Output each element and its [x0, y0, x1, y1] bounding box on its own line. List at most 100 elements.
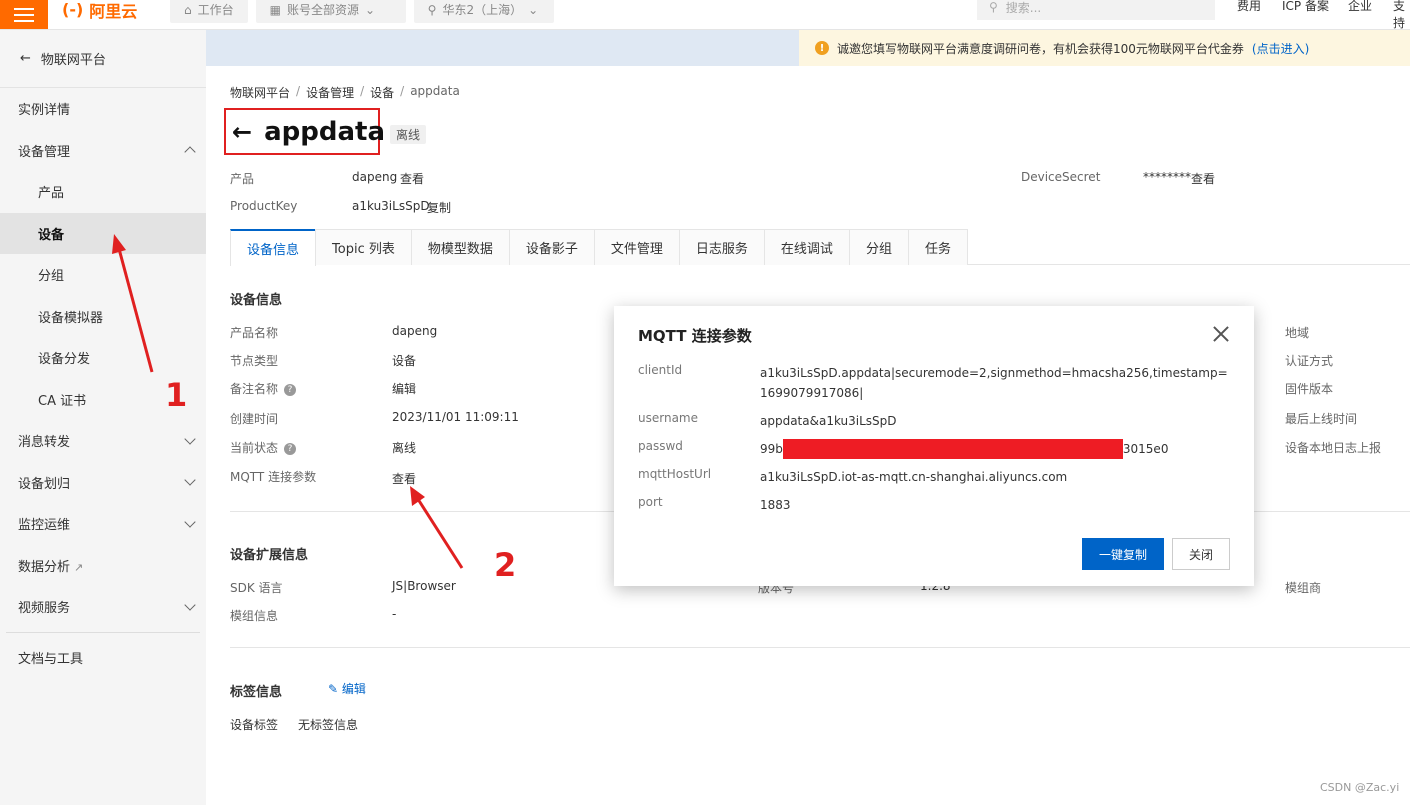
sidebar-item-device-management[interactable]: 设备管理 — [0, 130, 206, 172]
banner-text: 诚邀您填写物联网平台满意度调研问卷，有机会获得100元物联网平台代金券 — [837, 41, 1244, 56]
top-link-billing[interactable]: 费用 — [1237, 0, 1261, 14]
tab-topic-list[interactable]: Topic 列表 — [315, 229, 412, 265]
product-view-link[interactable]: 查看 — [400, 170, 424, 187]
top-link-icp[interactable]: ICP 备案 — [1282, 0, 1329, 14]
help-icon[interactable]: ? — [284, 442, 297, 455]
resource-selector[interactable]: ▦ 账号全部资源 ⌄ — [255, 0, 406, 23]
region-selector[interactable]: ⚲ 华东2（上海） ⌄ — [413, 0, 554, 23]
sidebar-item-label: 设备 — [38, 227, 65, 243]
tag-edit-button[interactable]: ✎ 编辑 — [328, 680, 366, 697]
productkey-label: ProductKey — [230, 199, 298, 213]
productkey-copy-link[interactable]: 复制 — [427, 199, 451, 216]
tab-task[interactable]: 任务 — [907, 229, 968, 265]
chevron-down-icon — [184, 599, 196, 611]
info-label-last-online: 最后上线时间 — [1285, 412, 1358, 426]
sidebar-item-label: 实例详情 — [18, 103, 71, 119]
mqtt-value: 99b 3015e0 — [760, 439, 1230, 459]
sidebar-item-device-simulator[interactable]: 设备模拟器 — [0, 296, 206, 338]
info-label-region: 地域 — [1285, 326, 1310, 340]
sidebar-item-label: 设备管理 — [18, 144, 71, 160]
sidebar-item-device-distribution[interactable]: 设备分发 — [0, 337, 206, 379]
banner-left-area — [206, 30, 799, 66]
breadcrumb-item-iot[interactable]: 物联网平台 — [230, 84, 290, 101]
info-value: 2023/11/01 11:09:11 — [392, 410, 519, 424]
mqtt-value: a1ku3iLsSpD.iot-as-mqtt.cn-shanghai.aliy… — [760, 470, 1068, 484]
mqtt-row-clientid: clientId a1ku3iLsSpD.appdata|securemode=… — [638, 363, 1230, 403]
info-label: 设备标签 — [230, 718, 279, 732]
info-value: 设备 — [392, 354, 417, 368]
mqtt-value: 1883 — [760, 498, 791, 512]
sidebar-item-label: 设备分发 — [38, 352, 91, 368]
tab-device-info[interactable]: 设备信息 — [230, 229, 317, 266]
sidebar-item-video-service[interactable]: 视频服务 — [0, 586, 206, 628]
global-search-input[interactable]: ⚲ 搜索... — [977, 0, 1215, 20]
tab-group[interactable]: 分组 — [848, 229, 909, 265]
close-button[interactable]: 关闭 — [1172, 538, 1230, 570]
banner-link[interactable]: (点击进入) — [1252, 40, 1309, 57]
tab-log-service[interactable]: 日志服务 — [678, 229, 765, 265]
mqtt-key: port — [638, 495, 663, 509]
hamburger-menu-button[interactable] — [0, 0, 48, 29]
resource-icon: ▦ — [269, 2, 281, 17]
sidebar: ← 物联网平台 实例详情 设备管理 产品 设备 分组 设备模拟器 设备分发 CA… — [0, 30, 206, 805]
top-link-support[interactable]: 支持 — [1393, 0, 1410, 29]
info-label-text: 当前状态 — [230, 441, 279, 455]
sidebar-item-label: 设备模拟器 — [38, 310, 104, 326]
info-label-vendor: 模组商 — [1285, 581, 1322, 595]
workbench-label: 工作台 — [197, 3, 234, 17]
tab-thing-model-data[interactable]: 物模型数据 — [410, 229, 510, 265]
sidebar-item-instance-detail[interactable]: 实例详情 — [0, 88, 206, 130]
workbench-button[interactable]: ⌂ 工作台 — [170, 0, 248, 23]
remark-edit-link[interactable]: 编辑 — [392, 380, 416, 397]
devicesecret-view-link[interactable]: 查看 — [1191, 170, 1215, 187]
breadcrumb-item-device-management[interactable]: 设备管理 — [306, 84, 354, 101]
sidebar-item-label: CA 证书 — [38, 393, 87, 409]
mqtt-key: clientId — [638, 363, 683, 377]
back-arrow-icon[interactable]: ← — [232, 118, 252, 146]
annotation-number-2: 2 — [494, 546, 517, 584]
top-link-enterprise[interactable]: 企业 — [1348, 0, 1372, 14]
tab-online-debug[interactable]: 在线调试 — [763, 229, 850, 265]
info-label-text: 备注名称 — [230, 382, 279, 396]
sidebar-item-group[interactable]: 分组 — [0, 254, 206, 296]
mqtt-view-link[interactable]: 查看 — [392, 470, 416, 487]
sidebar-item-device[interactable]: 设备 — [0, 212, 206, 254]
info-value: 无标签信息 — [298, 718, 359, 732]
device-info-title: 设备信息 — [230, 293, 283, 308]
chevron-down-icon — [184, 474, 196, 486]
chevron-down-icon — [184, 516, 196, 528]
sidebar-item-product[interactable]: 产品 — [0, 171, 206, 213]
chevron-down-icon: ⌄ — [528, 2, 539, 17]
breadcrumb-item-device[interactable]: 设备 — [370, 84, 394, 101]
devicesecret-value: ******** — [1143, 170, 1191, 184]
sidebar-back-label: 物联网平台 — [40, 53, 106, 68]
sidebar-back-button[interactable]: ← 物联网平台 — [0, 30, 206, 88]
sidebar-item-message-forwarding[interactable]: 消息转发 — [0, 420, 206, 462]
tab-file-management[interactable]: 文件管理 — [593, 229, 680, 265]
info-label: SDK 语言 — [230, 581, 283, 595]
mqtt-value: appdata&a1ku3iLsSpD — [760, 414, 897, 428]
edit-pencil-icon: ✎ — [328, 682, 339, 696]
sidebar-item-data-analysis[interactable]: 数据分析 ↗ — [0, 545, 206, 587]
breadcrumb: 物联网平台 / 设备管理 / 设备 / appdata — [230, 84, 460, 101]
location-icon: ⚲ — [427, 2, 437, 17]
info-label: 产品名称 — [230, 326, 279, 340]
logo-text: 阿里云 — [89, 1, 138, 21]
sidebar-item-monitoring[interactable]: 监控运维 — [0, 503, 206, 545]
page-title: appdata — [264, 116, 386, 147]
mqtt-row-username: username appdata&a1ku3iLsSpD — [638, 411, 1230, 431]
info-value: - — [392, 607, 397, 621]
sidebar-item-device-assignment[interactable]: 设备划归 — [0, 462, 206, 504]
sidebar-item-label: 监控运维 — [18, 518, 71, 534]
breadcrumb-separator: / — [360, 84, 365, 98]
close-icon[interactable] — [1210, 323, 1232, 345]
aliyun-logo[interactable]: (-) 阿里云 — [62, 0, 162, 22]
copy-all-button[interactable]: 一键复制 — [1082, 538, 1164, 570]
breadcrumb-separator: / — [296, 84, 301, 98]
help-icon[interactable]: ? — [284, 383, 297, 396]
info-label-auth-method: 认证方式 — [1285, 354, 1334, 368]
tab-device-shadow[interactable]: 设备影子 — [508, 229, 595, 265]
sidebar-item-docs-tools[interactable]: 文档与工具 — [0, 637, 206, 679]
tab-bar: 设备信息 Topic 列表 物模型数据 设备影子 文件管理 日志服务 在线调试 … — [230, 229, 1410, 266]
devicesecret-label: DeviceSecret — [1021, 170, 1101, 184]
